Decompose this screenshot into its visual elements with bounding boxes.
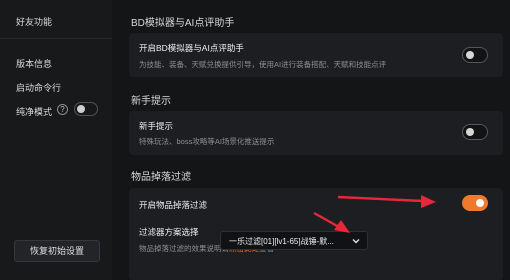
toggle-knob xyxy=(77,105,85,113)
newbie-tips-title: 新手提示 xyxy=(139,121,174,131)
filter-scheme-select[interactable]: 一乐过滤[01][lv1-65]战锤-默... xyxy=(220,231,368,250)
filter-scheme-value: 一乐过滤[01][lv1-65]战锤-默... xyxy=(229,237,334,246)
newbie-tips-card: 新手提示 特殊玩法、boss攻略等AI场景化推送提示 xyxy=(129,111,503,155)
sidebar-divider xyxy=(0,38,112,39)
toggle-knob xyxy=(476,199,484,207)
chevron-down-icon xyxy=(352,239,360,244)
newbie-tips-desc: 特殊玩法、boss攻略等AI场景化推送提示 xyxy=(139,137,275,146)
section-title-newbie: 新手提示 xyxy=(131,96,171,107)
filter-scheme-label: 过滤器方案选择 xyxy=(139,227,199,237)
bd-assistant-card: 开启BD模拟器与AI点评助手 为技能、装备、天赋兑换提供引导，使用AI进行装备搭… xyxy=(129,33,503,77)
sidebar: 好友功能 版本信息 启动命令行 纯净模式 ? 恢复初始设置 xyxy=(0,0,112,280)
bd-assistant-toggle[interactable] xyxy=(462,47,488,63)
item-filter-toggle-label: 开启物品掉落过滤 xyxy=(139,200,208,210)
sidebar-item-version-info[interactable]: 版本信息 xyxy=(16,57,52,70)
sidebar-item-friend-features[interactable]: 好友功能 xyxy=(16,15,52,28)
toggle-knob xyxy=(466,128,474,136)
newbie-tips-toggle[interactable] xyxy=(462,124,488,140)
sidebar-item-startup-command[interactable]: 启动命令行 xyxy=(16,81,61,94)
bd-assistant-desc: 为技能、装备、天赋兑换提供引导，使用AI进行装备搭配、天赋和技能点评 xyxy=(139,60,387,69)
filter-desc-prefix: 物品掉落过滤的效果说明请 xyxy=(139,244,229,253)
reset-settings-button[interactable]: 恢复初始设置 xyxy=(14,240,100,262)
item-filter-toggle[interactable] xyxy=(462,195,488,211)
pure-mode-toggle[interactable] xyxy=(74,102,98,116)
bd-assistant-title: 开启BD模拟器与AI点评助手 xyxy=(139,43,244,53)
section-title-bd: BD模拟器与AI点评助手 xyxy=(131,18,235,29)
sidebar-item-pure-mode: 纯净模式 xyxy=(16,107,53,117)
help-icon[interactable]: ? xyxy=(57,104,68,115)
section-title-filter: 物品掉落过滤 xyxy=(131,172,191,183)
toggle-knob xyxy=(466,51,474,59)
